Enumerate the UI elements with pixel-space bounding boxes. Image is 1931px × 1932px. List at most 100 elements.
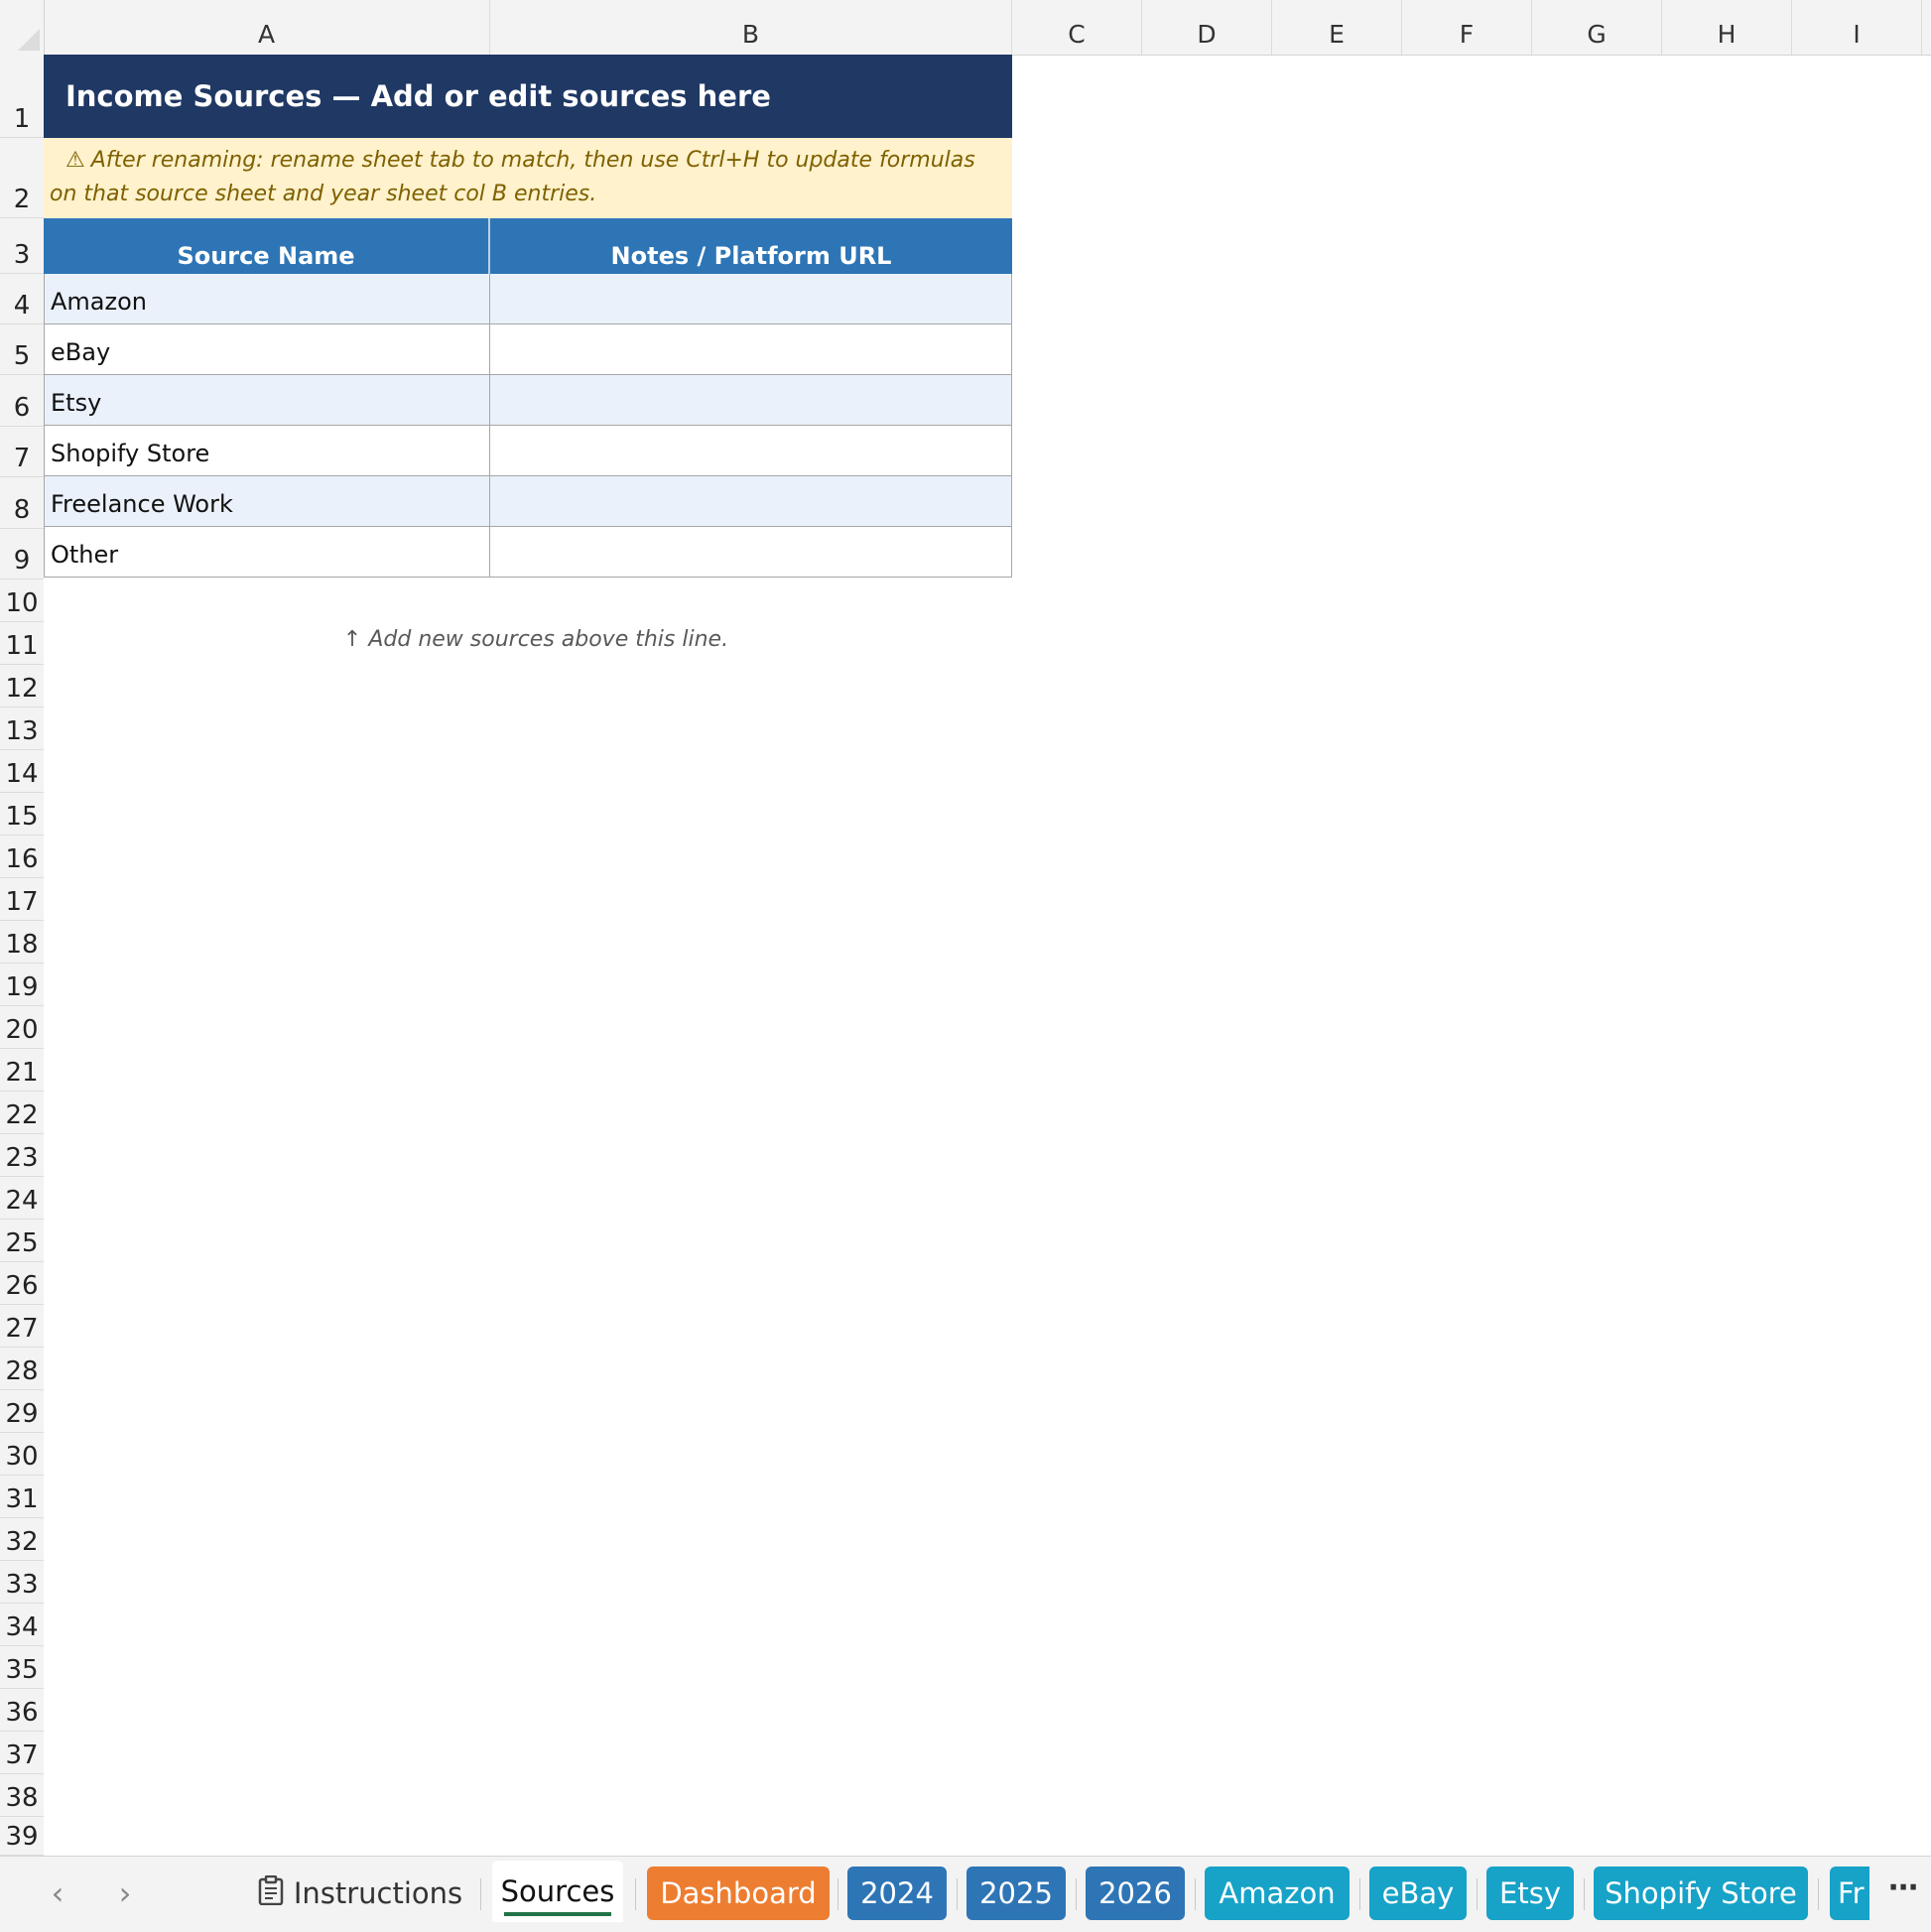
row-header[interactable]: 33 [0, 1561, 44, 1604]
header-cell-source-name[interactable]: Source Name [44, 218, 490, 274]
row-header[interactable]: 12 [0, 665, 44, 708]
warning-note-cell[interactable]: ⚠ After renaming: rename sheet tab to mat… [44, 138, 1012, 218]
row-header[interactable]: 14 [0, 750, 44, 793]
row-header[interactable]: 29 [0, 1390, 44, 1433]
sheet-title-cell[interactable]: Income Sources — Add or edit sources her… [44, 55, 1012, 138]
row-header[interactable]: 6 [0, 375, 44, 427]
row-header[interactable]: 32 [0, 1518, 44, 1561]
row-header[interactable]: 4 [0, 274, 44, 324]
tab-sources[interactable]: Sources [492, 1861, 623, 1922]
column-header-a[interactable]: A [44, 0, 490, 55]
row-header[interactable]: 23 [0, 1134, 44, 1177]
tab-label: Fr [1838, 1876, 1865, 1910]
row-header[interactable]: 20 [0, 1006, 44, 1049]
table-row: Freelance Work [44, 476, 1012, 527]
tab-dashboard[interactable]: Dashboard [647, 1867, 830, 1920]
tab-shopify-store[interactable]: Shopify Store [1594, 1867, 1808, 1920]
tab-ebay[interactable]: eBay [1369, 1867, 1467, 1920]
table-row: eBay [44, 324, 1012, 375]
tab-label: Amazon [1219, 1876, 1336, 1910]
tab-divider [837, 1878, 838, 1910]
row-header[interactable]: 24 [0, 1177, 44, 1220]
notes-cell[interactable] [490, 274, 1012, 324]
row-header[interactable]: 13 [0, 708, 44, 750]
column-header-f[interactable]: F [1402, 0, 1532, 55]
column-header-i[interactable]: I [1792, 0, 1922, 55]
next-sheet-button[interactable]: › [105, 1868, 145, 1918]
row-header[interactable]: 3 [0, 218, 44, 274]
row-header[interactable]: 22 [0, 1092, 44, 1134]
row-header[interactable]: 25 [0, 1220, 44, 1262]
header-label: Notes / Platform URL [610, 242, 892, 270]
column-header-e[interactable]: E [1272, 0, 1402, 55]
row-header[interactable]: 15 [0, 793, 44, 836]
source-name-cell[interactable]: Other [44, 527, 490, 578]
tab-label: Sources [500, 1874, 615, 1908]
tab-label: Shopify Store [1605, 1876, 1797, 1910]
source-name-cell[interactable]: Freelance Work [44, 476, 490, 527]
select-all-corner[interactable] [0, 0, 45, 55]
tab-2025[interactable]: 2025 [966, 1867, 1066, 1920]
tab-2026[interactable]: 2026 [1086, 1867, 1185, 1920]
row-header[interactable]: 5 [0, 324, 44, 375]
notes-cell[interactable] [490, 426, 1012, 476]
row-header[interactable]: 28 [0, 1348, 44, 1390]
header-cell-notes[interactable]: Notes / Platform URL [490, 218, 1012, 274]
table-row: Amazon [44, 274, 1012, 324]
sheet-tab-bar: ‹ › Instructions Sources Dashboard 2024 … [0, 1856, 1931, 1932]
row-header[interactable]: 35 [0, 1646, 44, 1689]
tab-divider [1584, 1878, 1585, 1910]
notes-cell[interactable] [490, 324, 1012, 375]
tab-amazon[interactable]: Amazon [1205, 1867, 1350, 1920]
notes-cell[interactable] [490, 375, 1012, 426]
row-header[interactable]: 21 [0, 1049, 44, 1092]
row-header[interactable]: 11 [0, 622, 44, 665]
sheet-title: Income Sources — Add or edit sources her… [65, 79, 771, 113]
row-header[interactable]: 18 [0, 921, 44, 964]
column-header-d[interactable]: D [1142, 0, 1272, 55]
row-header[interactable]: 37 [0, 1732, 44, 1774]
row-header[interactable]: 27 [0, 1305, 44, 1348]
source-name-cell[interactable]: Shopify Store [44, 426, 490, 476]
column-header-c[interactable]: C [1012, 0, 1142, 55]
select-all-triangle [18, 29, 40, 51]
row-header[interactable]: 36 [0, 1689, 44, 1732]
warning-note: After renaming: rename sheet tab to matc… [50, 148, 975, 206]
row-header[interactable]: 38 [0, 1774, 44, 1817]
source-name-cell[interactable]: Amazon [44, 274, 490, 324]
row-header[interactable]: 2 [0, 138, 44, 218]
row-header[interactable]: 10 [0, 580, 44, 622]
tab-instructions[interactable]: Instructions [250, 1867, 470, 1920]
source-name-cell[interactable]: eBay [44, 324, 490, 375]
row-header[interactable]: 16 [0, 836, 44, 878]
column-header-h[interactable]: H [1662, 0, 1792, 55]
row-header[interactable]: 17 [0, 878, 44, 921]
tab-etsy[interactable]: Etsy [1486, 1867, 1574, 1920]
column-header-g[interactable]: G [1532, 0, 1662, 55]
row-header[interactable]: 39 [0, 1817, 44, 1856]
notes-cell[interactable] [490, 527, 1012, 578]
row-header[interactable]: 30 [0, 1433, 44, 1476]
row-header[interactable]: 31 [0, 1476, 44, 1518]
table-row: Other [44, 527, 1012, 578]
table-row: Etsy [44, 375, 1012, 426]
tab-label: 2026 [1098, 1876, 1172, 1910]
source-name-cell[interactable]: Etsy [44, 375, 490, 426]
add-sources-hint-cell[interactable]: ↑ Add new sources above this line. [298, 627, 774, 652]
more-tabs-button[interactable]: ⋯ [1888, 1870, 1919, 1905]
tab-freelance-work[interactable]: Fr [1830, 1867, 1869, 1920]
prev-sheet-button[interactable]: ‹ [38, 1868, 77, 1918]
tab-2024[interactable]: 2024 [847, 1867, 947, 1920]
notes-cell[interactable] [490, 476, 1012, 527]
row-header[interactable]: 8 [0, 477, 44, 529]
row-header[interactable]: 19 [0, 964, 44, 1006]
table-row: Shopify Store [44, 426, 1012, 476]
row-header[interactable]: 26 [0, 1262, 44, 1305]
row-header[interactable]: 1 [0, 55, 44, 138]
column-header-b[interactable]: B [490, 0, 1012, 55]
row-header[interactable]: 34 [0, 1604, 44, 1646]
row-header[interactable]: 7 [0, 427, 44, 477]
row-header[interactable]: 9 [0, 529, 44, 580]
tab-label: eBay [1381, 1876, 1455, 1910]
chevron-right-icon: › [118, 1874, 132, 1912]
